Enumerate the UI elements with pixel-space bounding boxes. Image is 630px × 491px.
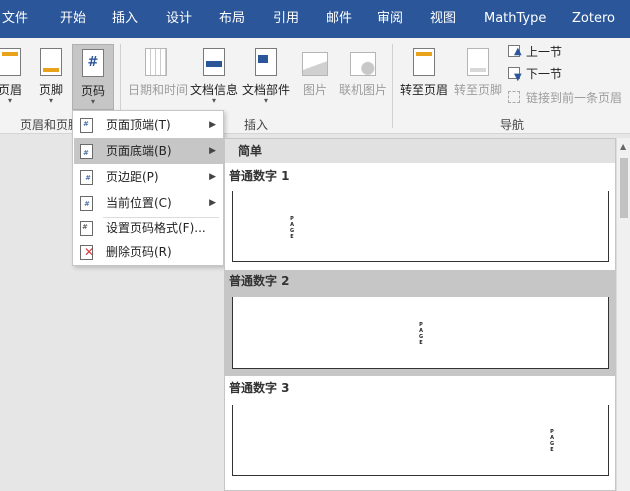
doc-info-icon [201, 46, 227, 78]
submenu-arrow-icon: ▶ [209, 120, 216, 130]
menu-item-label: 设置页码格式(F)... [106, 221, 206, 235]
menu-item-current-position[interactable]: # 当前位置(C) ▶ [74, 190, 224, 216]
footer-icon [38, 46, 64, 78]
page-top-icon: # [80, 118, 93, 133]
goto-footer-button[interactable]: 转至页脚 [452, 44, 504, 110]
scroll-up-icon[interactable]: ▲ [620, 142, 626, 151]
prev-section-button[interactable]: ▲ 上一节 [508, 42, 562, 62]
scrollbar-thumb[interactable] [620, 158, 628, 218]
prev-section-label: 上一节 [526, 45, 563, 59]
bottom-of-page-gallery: 简单 普通数字 1 PAGE 普通数字 2 PAGE 普通数字 3 PAGE [224, 138, 616, 491]
menu-item-page-margins[interactable]: # 页边距(P) ▶ [74, 164, 224, 190]
page-field: PAGE [549, 429, 555, 453]
tab-layout[interactable]: 布局 [219, 0, 245, 38]
tab-design[interactable]: 设计 [166, 0, 192, 38]
page-preview: PAGE [232, 191, 609, 262]
menu-item-remove-page-numbers[interactable]: ✕ 删除页码(R) [74, 239, 224, 265]
menu-item-top-of-page[interactable]: # 页面顶端(T) ▶ [74, 112, 224, 138]
page-number-button[interactable]: # 页码 ▾ [72, 44, 114, 110]
current-position-icon: # [80, 196, 93, 211]
next-section-button[interactable]: ▼ 下一节 [508, 64, 562, 84]
chevron-down-icon: ▾ [211, 96, 216, 105]
footer-button[interactable]: 页脚 ▾ [27, 44, 75, 110]
gallery-item-title: 普通数字 1 [229, 169, 290, 183]
calendar-icon [143, 46, 169, 78]
tab-zotero[interactable]: Zotero [572, 0, 615, 38]
format-page-number-icon: # [80, 221, 93, 236]
menu-item-format-page-numbers[interactable]: # 设置页码格式(F)... [74, 215, 224, 241]
submenu-arrow-icon: ▶ [209, 198, 216, 208]
tab-home[interactable]: 开始 [60, 0, 86, 38]
remove-page-number-icon: ✕ [80, 245, 94, 260]
doc-info-button[interactable]: 文档信息 ▾ [190, 44, 238, 110]
tab-view[interactable]: 视图 [430, 0, 456, 38]
tab-mathtype[interactable]: MathType [484, 0, 546, 38]
page-preview: PAGE [232, 297, 609, 369]
chevron-down-icon: ▾ [263, 96, 268, 105]
goto-footer-icon [465, 46, 491, 78]
goto-header-button[interactable]: 转至页眉 [398, 44, 450, 110]
page-number-icon: # [80, 47, 106, 79]
submenu-arrow-icon: ▶ [209, 172, 216, 182]
page-preview: PAGE [232, 405, 609, 476]
page-field: PAGE [418, 322, 424, 346]
tab-insert[interactable]: 插入 [112, 0, 138, 38]
menu-item-label: 页面顶端(T) [106, 118, 171, 132]
arrow-up-icon: ▲ [508, 44, 524, 58]
menu-item-label: 页边距(P) [106, 170, 159, 184]
menu-item-label: 页面底端(B) [106, 144, 172, 158]
gallery-item-plain-number-3[interactable]: 普通数字 3 PAGE [225, 377, 615, 477]
picture-icon [302, 46, 328, 78]
picture-button[interactable]: 图片 [297, 44, 333, 110]
goto-header-label: 转至页眉 [399, 83, 448, 97]
chevron-down-icon: ▾ [90, 97, 95, 106]
tab-mailings[interactable]: 邮件 [326, 0, 352, 38]
link-icon [508, 90, 524, 104]
submenu-arrow-icon: ▶ [209, 146, 216, 156]
menu-item-label: 删除页码(R) [106, 245, 172, 259]
date-time-label: 日期和时间 [128, 83, 189, 97]
date-time-button[interactable]: 日期和时间 [128, 44, 189, 110]
page-bottom-icon: # [80, 144, 93, 159]
chevron-down-icon: ▾ [48, 96, 53, 105]
header-footer-group-label: 页眉和页脚 [20, 118, 81, 132]
link-previous-label: 链接到前一条页眉 [526, 91, 623, 105]
gallery-section-header: 简单 [225, 139, 615, 163]
online-picture-button[interactable]: 联机图片 [338, 44, 388, 110]
next-section-label: 下一节 [526, 67, 563, 81]
tab-file[interactable]: 文件 [2, 0, 28, 38]
header-icon [0, 46, 23, 78]
ribbon-tab-bar: 文件 开始 插入 设计 布局 引用 邮件 审阅 视图 MathType Zote… [0, 0, 630, 38]
online-picture-label: 联机图片 [338, 83, 387, 97]
menu-item-label: 当前位置(C) [106, 196, 172, 210]
gallery-item-title: 普通数字 3 [229, 381, 290, 395]
tab-references[interactable]: 引用 [273, 0, 299, 38]
page-number-menu: # 页面顶端(T) ▶ # 页面底端(B) ▶ # 页边距(P) ▶ # 当前位… [72, 110, 224, 266]
insert-group-label: 插入 [244, 118, 269, 132]
menu-item-bottom-of-page[interactable]: # 页面底端(B) ▶ [74, 138, 224, 164]
gallery-item-plain-number-2[interactable]: 普通数字 2 PAGE [225, 270, 615, 376]
goto-footer-label: 转至页脚 [453, 83, 502, 97]
goto-header-icon [411, 46, 437, 78]
online-picture-icon [350, 46, 376, 78]
group-divider [392, 44, 393, 128]
doc-parts-button[interactable]: 文档部件 ▾ [242, 44, 290, 110]
gallery-item-plain-number-1[interactable]: 普通数字 1 PAGE [225, 165, 615, 268]
link-previous-button[interactable]: 链接到前一条页眉 [508, 88, 622, 108]
page-margin-icon: # [80, 170, 93, 185]
gallery-scrollbar[interactable]: ▲ [616, 138, 630, 491]
navigation-group-label: 导航 [500, 118, 525, 132]
tab-review[interactable]: 审阅 [377, 0, 403, 38]
doc-parts-icon [253, 46, 279, 78]
gallery-item-title: 普通数字 2 [229, 274, 290, 288]
arrow-down-icon: ▼ [508, 66, 524, 83]
picture-label: 图片 [302, 83, 327, 97]
page-field: PAGE [289, 216, 295, 240]
